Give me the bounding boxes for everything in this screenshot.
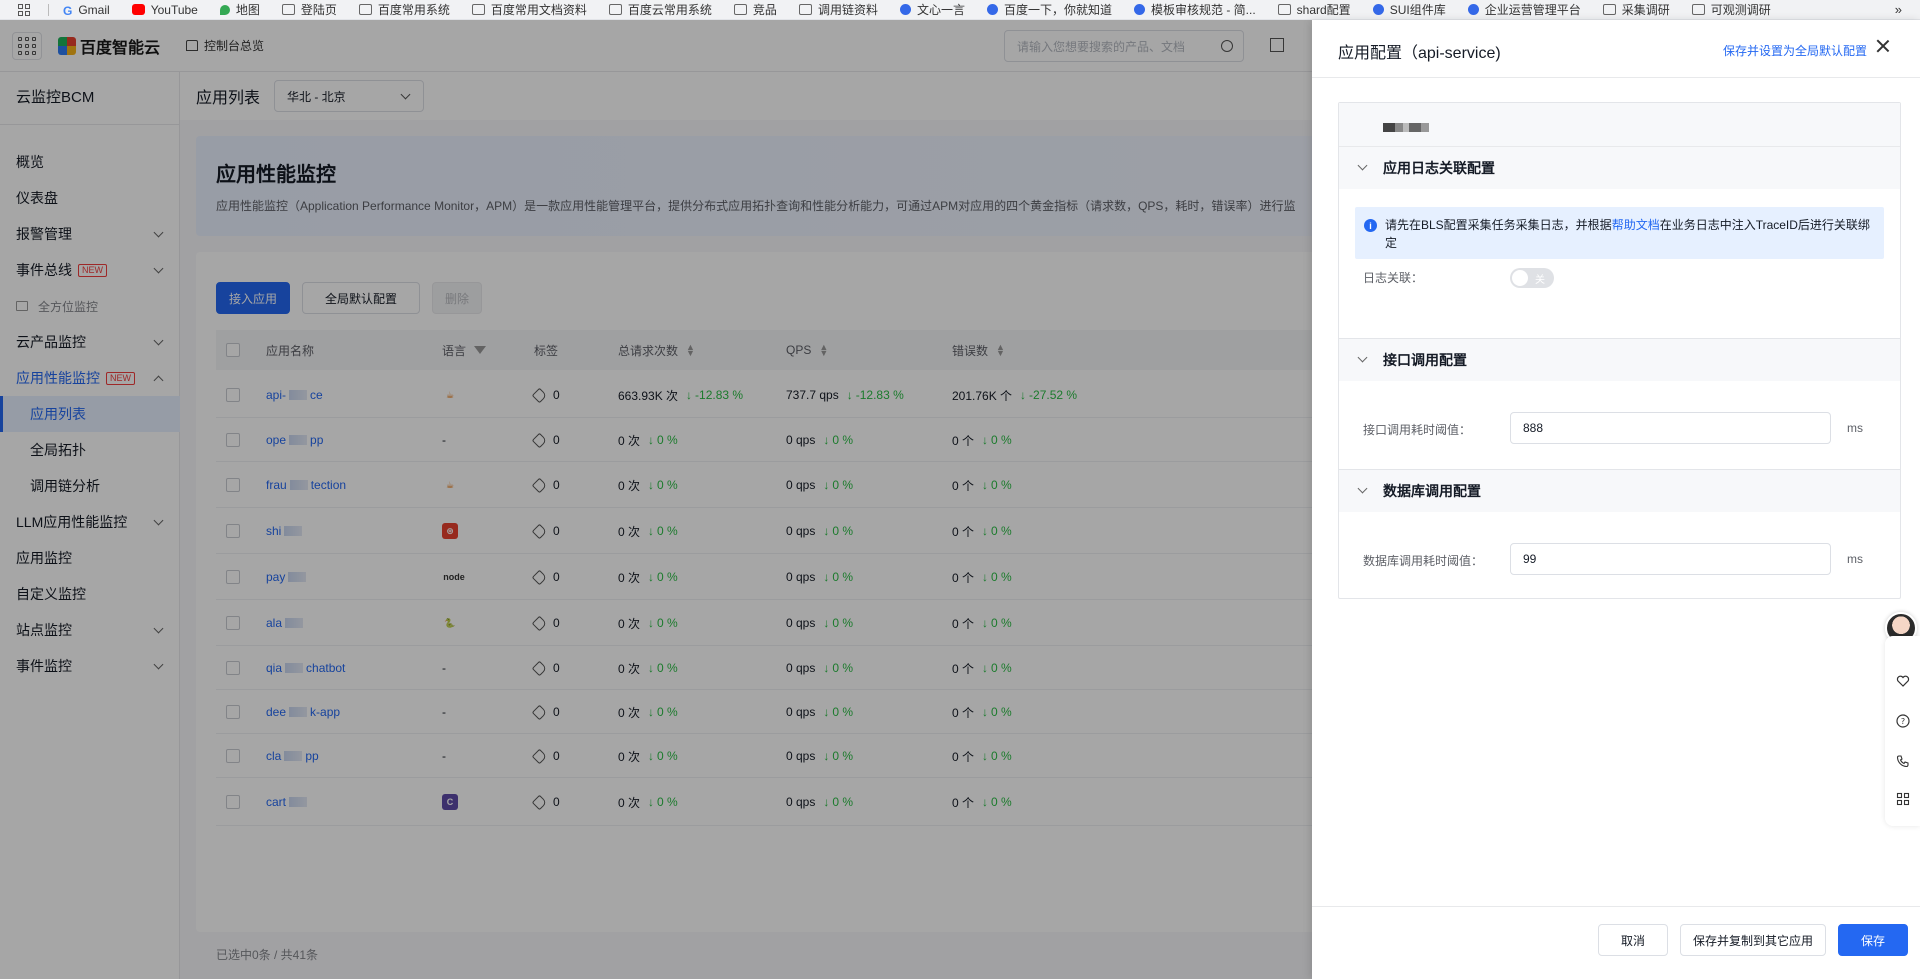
svg-text:?: ? (1901, 717, 1905, 726)
bookmark-map[interactable]: 地图 (219, 1, 260, 18)
save-as-global-default-link[interactable]: 保存并设置为全局默认配置 (1723, 42, 1867, 59)
redacted-app-name (1383, 123, 1433, 132)
section-log-correlation[interactable]: 应用日志关联配置 (1339, 147, 1900, 189)
chevron-down-icon (1357, 160, 1368, 171)
drawer-title: 应用配置（api-service) (1338, 45, 1501, 62)
bookmark-enterprise[interactable]: 企业运营管理平台 (1467, 1, 1581, 18)
bookmark-baidu-systems[interactable]: 百度常用系统 (358, 1, 450, 18)
bookmarks-more-icon[interactable]: » (1895, 2, 1902, 17)
baidu-paw-icon (986, 4, 998, 15)
db-threshold-unit: ms (1847, 552, 1863, 566)
bookmark-gmail[interactable]: G Gmail (63, 3, 110, 19)
help-doc-link[interactable]: 帮助文档 (1612, 218, 1660, 232)
apps-grid-icon[interactable] (18, 3, 32, 16)
sui-icon (1372, 4, 1384, 15)
save-button[interactable]: 保存 (1838, 924, 1908, 956)
bookmark-sui[interactable]: SUI组件库 (1372, 1, 1446, 18)
bookmark-youtube[interactable]: YouTube (131, 3, 198, 17)
more-apps-icon[interactable] (1896, 792, 1910, 806)
api-threshold-unit: ms (1847, 421, 1863, 435)
bookmark-collect-research[interactable]: 采集调研 (1602, 1, 1670, 18)
config-panel-header (1339, 103, 1900, 147)
folder-icon (733, 4, 747, 15)
bookmarks-bar: G Gmail YouTube 地图 登陆页 百度常用系统 百度常用文档资料 百度… (0, 0, 1920, 20)
config-panel: 应用日志关联配置 i 请先在BLS配置采集任务采集日志，并根据帮助文档在业务日志… (1338, 102, 1901, 599)
log-correlation-info: i 请先在BLS配置采集任务采集日志，并根据帮助文档在业务日志中注入TraceI… (1355, 207, 1884, 259)
toggle-knob (1512, 270, 1528, 286)
modal-mask[interactable] (0, 20, 1312, 979)
bookmark-wenxin[interactable]: 文心一言 (899, 1, 965, 18)
bookmark-trace-docs[interactable]: 调用链资料 (798, 1, 878, 18)
close-icon[interactable] (1875, 38, 1891, 54)
bookmark-competitors[interactable]: 竞品 (733, 1, 777, 18)
google-icon: G (63, 4, 73, 18)
bookmark-login[interactable]: 登陆页 (281, 1, 337, 18)
bookmark-baidu-docs[interactable]: 百度常用文档资料 (471, 1, 587, 18)
bookmark-observability[interactable]: 可观测调研 (1691, 1, 1771, 18)
folder-icon (798, 4, 812, 15)
youtube-icon (131, 4, 145, 15)
db-threshold-input[interactable]: 99 (1510, 543, 1831, 575)
folder-icon (608, 4, 622, 15)
bookmark-shard[interactable]: shard配置 (1277, 1, 1351, 18)
drawer-footer: 取消 保存并复制到其它应用 保存 (1312, 906, 1920, 979)
api-threshold-input[interactable]: 888 (1510, 412, 1831, 444)
folder-icon (1691, 4, 1705, 15)
api-threshold-label: 接口调用耗时阈值： (1363, 423, 1472, 437)
app-icon (1133, 4, 1145, 15)
floating-toolbar: ? (1885, 636, 1920, 826)
save-and-copy-button[interactable]: 保存并复制到其它应用 (1680, 924, 1826, 956)
bookmark-template-review[interactable]: 模板审核规范 - 简... (1133, 1, 1256, 18)
bookmark-baidu[interactable]: 百度一下，你就知道 (986, 1, 1112, 18)
db-threshold-label: 数据库调用耗时阈值： (1363, 554, 1484, 568)
chevron-down-icon (1357, 483, 1368, 494)
app-config-drawer: 应用配置（api-service) 保存并设置为全局默认配置 应用日志关联配置 … (1312, 20, 1920, 979)
folder-icon (358, 4, 372, 15)
section-db-call[interactable]: 数据库调用配置 (1339, 470, 1900, 512)
log-correlation-toggle[interactable]: 关 (1510, 268, 1554, 288)
drawer-header: 应用配置（api-service) 保存并设置为全局默认配置 (1312, 20, 1920, 78)
phone-icon[interactable] (1896, 754, 1910, 768)
baidu-paw-icon (1467, 4, 1479, 15)
info-icon: i (1364, 219, 1377, 232)
chevron-down-icon (1357, 352, 1368, 363)
help-icon[interactable]: ? (1896, 714, 1910, 728)
cancel-button[interactable]: 取消 (1598, 924, 1668, 956)
folder-icon (1602, 4, 1616, 15)
bookmark-baidu-cloud[interactable]: 百度云常用系统 (608, 1, 712, 18)
section-api-call[interactable]: 接口调用配置 (1339, 339, 1900, 381)
wenxin-icon (899, 4, 911, 15)
map-pin-icon (219, 4, 230, 15)
bookmark-divider (48, 3, 49, 16)
folder-icon (471, 4, 485, 15)
folder-icon (1277, 4, 1291, 15)
folder-icon (281, 4, 295, 15)
log-correlation-label: 日志关联： (1363, 271, 1424, 285)
favorite-heart-icon[interactable] (1896, 674, 1910, 688)
